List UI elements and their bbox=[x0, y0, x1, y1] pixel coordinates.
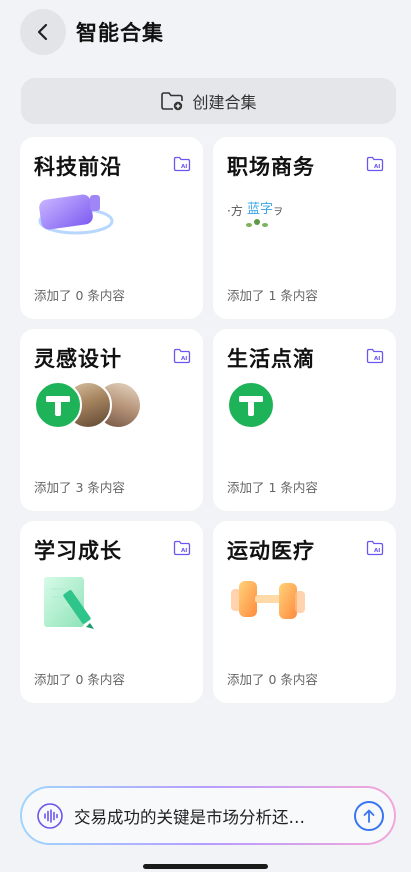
svg-text:·方: ·方 bbox=[227, 203, 243, 218]
card-title: 生活点滴 bbox=[227, 347, 315, 371]
card-count: 添加了 1 条内容 bbox=[227, 288, 318, 303]
chevron-left-icon bbox=[37, 23, 48, 41]
ai-folder-icon[interactable]: AI bbox=[366, 156, 384, 172]
card-title: 职场商务 bbox=[227, 155, 315, 179]
brand-logo-image: ·方 蓝字 ヲ bbox=[227, 189, 287, 249]
svg-text:ヲ: ヲ bbox=[273, 207, 283, 218]
card-title: 运动医疗 bbox=[227, 539, 315, 563]
green-logo-thumbnail bbox=[34, 381, 82, 429]
ai-prompt-text[interactable]: 交易成功的关键是市场分析还… bbox=[74, 804, 354, 828]
dumbbell-illustration bbox=[227, 573, 311, 633]
collection-card-design[interactable]: 灵感设计 AI 添加了 3 条内容 bbox=[20, 329, 203, 511]
header: 智能合集 bbox=[20, 9, 164, 55]
svg-text:AI: AI bbox=[181, 356, 187, 362]
green-logo-thumbnail bbox=[227, 381, 279, 441]
card-count: 添加了 3 条内容 bbox=[34, 480, 125, 495]
ai-folder-icon[interactable]: AI bbox=[366, 348, 384, 364]
card-count: 添加了 1 条内容 bbox=[227, 480, 318, 495]
card-count: 添加了 0 条内容 bbox=[34, 672, 125, 687]
ai-folder-icon[interactable]: AI bbox=[366, 540, 384, 556]
t-logo-icon bbox=[239, 396, 263, 416]
purple-gadget-illustration bbox=[34, 189, 114, 249]
ai-folder-icon[interactable]: AI bbox=[173, 156, 191, 172]
collection-card-business[interactable]: 职场商务 AI ·方 蓝字 ヲ 添加了 1 条内容 bbox=[213, 137, 396, 319]
arrow-up-icon bbox=[363, 809, 375, 823]
collection-card-sports-health[interactable]: 运动医疗 AI 添加了 0 条内容 bbox=[213, 521, 396, 703]
ai-folder-icon[interactable]: AI bbox=[173, 540, 191, 556]
card-title: 学习成长 bbox=[34, 539, 122, 563]
create-collection-label: 创建合集 bbox=[192, 93, 257, 112]
svg-text:AI: AI bbox=[374, 164, 380, 170]
collection-card-life[interactable]: 生活点滴 AI 添加了 1 条内容 bbox=[213, 329, 396, 511]
card-title: 科技前沿 bbox=[34, 155, 122, 179]
svg-text:AI: AI bbox=[181, 164, 187, 170]
svg-text:AI: AI bbox=[374, 548, 380, 554]
t-logo-icon bbox=[46, 396, 70, 416]
folder-add-icon bbox=[161, 92, 184, 111]
svg-text:蓝字: 蓝字 bbox=[247, 202, 273, 217]
svg-text:AI: AI bbox=[181, 548, 187, 554]
thumbnail-stack bbox=[34, 381, 144, 441]
collections-grid: 科技前沿 AI 添加了 0 条内容 职场商务 AI ·方 蓝字 ヲ 添加了 1 … bbox=[20, 137, 396, 703]
ai-folder-icon[interactable]: AI bbox=[173, 348, 191, 364]
voice-wave-icon[interactable] bbox=[36, 802, 64, 830]
create-collection-button[interactable]: 创建合集 bbox=[21, 78, 396, 124]
card-title: 灵感设计 bbox=[34, 347, 122, 371]
card-count: 添加了 0 条内容 bbox=[227, 672, 318, 687]
collection-card-learning[interactable]: 学习成长 AI 添加了 0 条内容 bbox=[20, 521, 203, 703]
back-button[interactable] bbox=[20, 9, 66, 55]
ai-prompt-input[interactable]: 交易成功的关键是市场分析还… bbox=[20, 786, 396, 845]
green-logo-thumbnail bbox=[227, 381, 275, 429]
collection-card-tech[interactable]: 科技前沿 AI 添加了 0 条内容 bbox=[20, 137, 203, 319]
card-count: 添加了 0 条内容 bbox=[34, 288, 125, 303]
page-title: 智能合集 bbox=[76, 21, 164, 45]
send-button[interactable] bbox=[354, 800, 384, 831]
svg-text:AI: AI bbox=[374, 356, 380, 362]
notebook-pencil-illustration bbox=[34, 573, 104, 633]
home-indicator bbox=[143, 864, 268, 869]
